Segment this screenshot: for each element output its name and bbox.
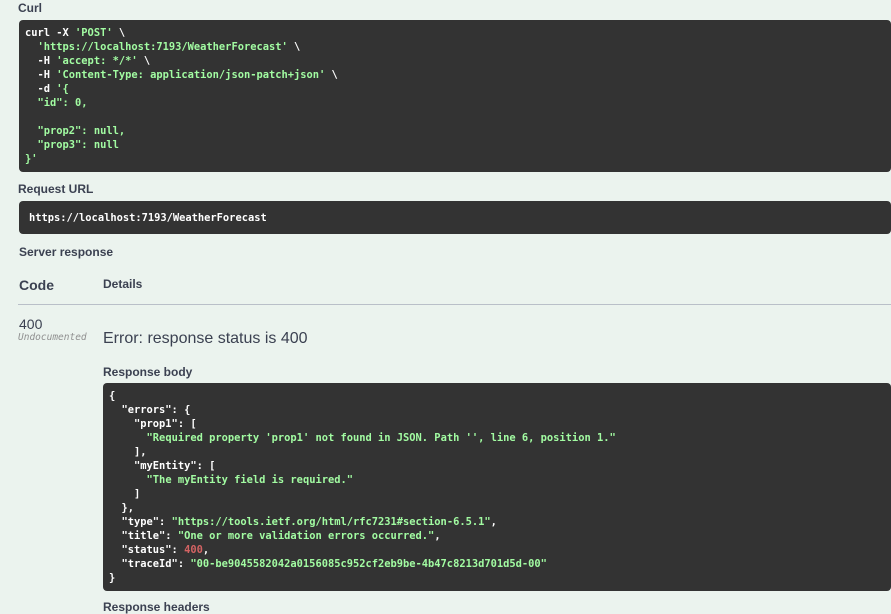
curl-line-token: 'https://localhost:7193/WeatherForecast' xyxy=(37,41,288,53)
curl-line-token: \ xyxy=(137,55,151,67)
request-url-text: https://localhost:7193/WeatherForecast xyxy=(29,212,267,224)
curl-line-token: -H xyxy=(25,69,57,81)
curl-line-token: '{ xyxy=(56,83,69,95)
json-line: { xyxy=(109,389,891,403)
json-line-token xyxy=(109,474,147,486)
json-line-token: "traceId": xyxy=(109,558,191,570)
response-headers-label: Response headers xyxy=(103,600,210,614)
undocumented-badge: Undocumented xyxy=(18,332,87,343)
json-line: "title": "One or more validation errors … xyxy=(109,529,891,543)
curl-line: curl -X 'POST' \ xyxy=(25,26,891,40)
json-line: "type": "https://tools.ietf.org/html/rfc… xyxy=(109,515,891,529)
json-line: "status": 400, xyxy=(109,543,891,557)
json-line-token: "type": xyxy=(109,516,172,528)
curl-line: "prop3": null xyxy=(25,138,891,152)
json-line: "traceId": "00-be9045582042a0156085c952c… xyxy=(109,557,891,571)
json-line-token: } xyxy=(109,572,116,584)
table-header-divider xyxy=(18,304,891,305)
json-line-token: "status": xyxy=(109,544,185,556)
curl-code-block[interactable]: curl -X 'POST' \ 'https://localhost:7193… xyxy=(19,20,891,172)
json-line-token: "00-be9045582042a0156085c952cf2eb9be-4b4… xyxy=(190,558,547,570)
curl-line-token: }' xyxy=(25,153,38,165)
curl-line: "prop2": null, xyxy=(25,124,891,138)
curl-command-text: curl -X 'POST' \ 'https://localhost:7193… xyxy=(25,26,891,166)
json-line-token: "errors": { xyxy=(109,404,191,416)
request-url-block[interactable]: https://localhost:7193/WeatherForecast xyxy=(19,201,891,234)
response-body-json: { "errors": { "prop1": [ "Required prope… xyxy=(109,389,891,585)
curl-line-token: \ xyxy=(287,41,301,53)
json-line: ] xyxy=(109,487,891,501)
curl-line: 'https://localhost:7193/WeatherForecast'… xyxy=(25,40,891,54)
curl-line: }' xyxy=(25,152,891,166)
json-line-token: "The myEntity field is required." xyxy=(146,474,353,486)
curl-line: -H 'accept: */*' \ xyxy=(25,54,891,68)
json-line-token: "https://tools.ietf.org/html/rfc7231#sec… xyxy=(171,516,491,528)
json-line: "errors": { xyxy=(109,403,891,417)
json-line-token: "Required property 'prop1' not found in … xyxy=(146,432,616,444)
curl-line-token: "prop3": null xyxy=(25,139,119,151)
curl-line: -d '{ xyxy=(25,82,891,96)
curl-line: "id": 0, xyxy=(25,96,891,110)
curl-line-token xyxy=(25,41,38,53)
json-line-token: 400 xyxy=(184,544,203,556)
column-header-code: Code xyxy=(19,277,54,293)
json-line: } xyxy=(109,571,891,585)
json-line-token: , xyxy=(202,544,210,556)
json-line-token: { xyxy=(109,390,116,402)
server-response-label: Server response xyxy=(19,245,114,259)
curl-line-token: "id": 0, xyxy=(25,97,88,109)
curl-line-token: -d xyxy=(25,83,57,95)
json-line: "Required property 'prop1' not found in … xyxy=(109,431,891,445)
curl-line-token: \ xyxy=(112,27,126,39)
curl-line: -H 'Content-Type: application/json-patch… xyxy=(25,68,891,82)
column-header-details: Details xyxy=(103,277,143,291)
json-line-token: ], xyxy=(109,446,147,458)
json-line-token: "prop1": [ xyxy=(109,418,197,430)
json-line: "The myEntity field is required." xyxy=(109,473,891,487)
json-line-token: "myEntity": [ xyxy=(109,460,216,472)
json-line: }, xyxy=(109,501,891,515)
curl-line-token: 'POST' xyxy=(75,27,113,39)
json-line: ], xyxy=(109,445,891,459)
json-line: "myEntity": [ xyxy=(109,459,891,473)
curl-line-token: curl -X xyxy=(25,27,76,39)
json-line-token: ] xyxy=(109,488,141,500)
response-status-code: 400 xyxy=(19,316,43,332)
json-line-token: }, xyxy=(109,502,135,514)
json-line-token: , xyxy=(434,530,441,542)
request-url-label: Request URL xyxy=(18,182,94,196)
json-line-token: "title": xyxy=(109,530,178,542)
response-body-block[interactable]: { "errors": { "prop1": [ "Required prope… xyxy=(103,383,891,591)
curl-line-token: "prop2": null, xyxy=(25,125,126,137)
error-message: Error: response status is 400 xyxy=(103,330,308,347)
curl-line-token: -H xyxy=(25,55,57,67)
curl-line-token: 'Content-Type: application/json-patch+js… xyxy=(56,69,326,81)
curl-label: Curl xyxy=(18,1,42,15)
curl-line-token: 'accept: */*' xyxy=(56,55,138,67)
curl-line xyxy=(25,110,891,124)
json-line: "prop1": [ xyxy=(109,417,891,431)
json-line-token: "One or more validation errors occurred.… xyxy=(177,530,435,542)
curl-line-token: \ xyxy=(325,69,338,81)
response-body-label: Response body xyxy=(103,365,193,379)
json-line-token xyxy=(109,432,147,444)
json-line-token: , xyxy=(490,516,497,528)
